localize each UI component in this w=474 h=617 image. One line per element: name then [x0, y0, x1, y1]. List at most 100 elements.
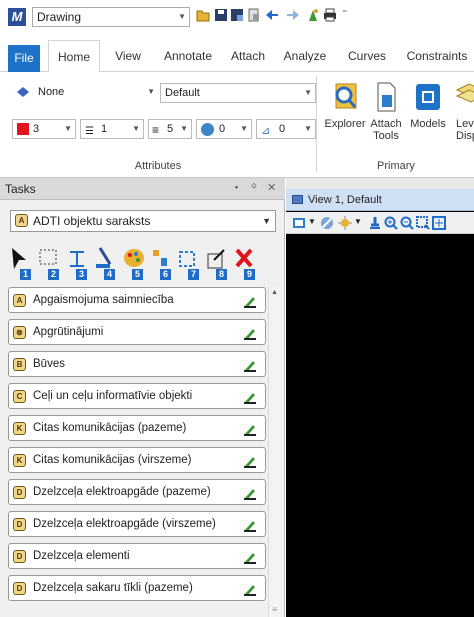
- view-window-icon: [292, 195, 303, 204]
- transparency-value: 0: [219, 123, 226, 135]
- zoom-out-icon[interactable]: [400, 216, 414, 230]
- category-badge-icon: D: [13, 486, 26, 499]
- ribbon-tab-bar: File Home View Annotate Attach Analyze C…: [0, 40, 474, 73]
- view-window[interactable]: View 1, Default ▼ ▼: [286, 178, 474, 617]
- tab-view[interactable]: View: [110, 40, 146, 72]
- place-tool[interactable]: 4: [94, 246, 120, 280]
- zoom-in-icon[interactable]: [384, 216, 398, 230]
- edit-pencil-icon[interactable]: [243, 390, 257, 404]
- line-weight-selector[interactable]: ≡ 5 ▼: [148, 119, 192, 139]
- edit-pencil-icon[interactable]: [243, 422, 257, 436]
- list-item[interactable]: D Dzelzceļa sakaru tīkli (pazeme): [8, 575, 266, 601]
- tab-analyze[interactable]: Analyze: [280, 40, 330, 72]
- select-element-tool[interactable]: 1: [10, 246, 36, 280]
- list-item[interactable]: B Būves: [8, 351, 266, 377]
- edit-pencil-icon[interactable]: [243, 550, 257, 564]
- task-selector[interactable]: A ADTI objektu saraksts ▼: [10, 210, 276, 232]
- edit-pencil-icon[interactable]: [243, 582, 257, 596]
- tab-attach[interactable]: Attach: [226, 40, 270, 72]
- text-style-selector[interactable]: Default ▼: [160, 83, 316, 103]
- save-settings-icon[interactable]: [230, 8, 244, 22]
- color-selector[interactable]: 3 ▼: [12, 119, 76, 139]
- edit-pencil-icon[interactable]: [243, 358, 257, 372]
- view-title: View 1, Default: [308, 194, 382, 206]
- tab-home[interactable]: Home: [48, 40, 100, 73]
- delete-tool[interactable]: 9: [234, 246, 260, 280]
- chevron-down-icon: ▼: [180, 124, 188, 133]
- attributes-tool[interactable]: 5: [122, 246, 148, 280]
- manipulate-tool[interactable]: 3: [66, 246, 92, 280]
- line-weight-icon: ≡: [152, 123, 160, 137]
- edit-pencil-icon[interactable]: [243, 486, 257, 500]
- list-scrollbar[interactable]: ▲ ≡: [268, 287, 280, 617]
- edit-pencil-icon[interactable]: [243, 294, 257, 308]
- tab-file[interactable]: File: [8, 45, 40, 72]
- undo-icon[interactable]: [265, 8, 279, 22]
- edit-pencil-icon[interactable]: [243, 326, 257, 340]
- app-logo-icon[interactable]: M: [8, 8, 26, 26]
- match-attributes-tool[interactable]: 7: [178, 246, 204, 280]
- priority-selector[interactable]: ⊿ 0 ▼: [256, 119, 316, 139]
- attach-tools-icon: [377, 82, 396, 112]
- scale-tool[interactable]: 8: [206, 246, 232, 280]
- edit-pencil-icon[interactable]: [243, 518, 257, 532]
- category-badge-icon: K: [13, 422, 26, 435]
- attributes-group-label: Attributes: [134, 160, 182, 172]
- display-style-icon[interactable]: [320, 216, 334, 230]
- scroll-up-icon[interactable]: ▲: [271, 289, 278, 296]
- open-folder-icon[interactable]: [196, 8, 210, 22]
- tool-number: 2: [48, 269, 59, 280]
- view-attributes-icon[interactable]: [292, 216, 306, 230]
- redo-icon[interactable]: [286, 8, 300, 22]
- update-view-icon[interactable]: [368, 216, 382, 230]
- tab-constraints[interactable]: Constraints: [400, 40, 474, 72]
- category-badge-icon: C: [13, 390, 26, 403]
- category-badge-icon: A: [13, 294, 26, 307]
- explorer-button[interactable]: Explorer: [322, 78, 368, 154]
- level-display-button[interactable]: Lev Displ: [450, 78, 474, 154]
- chevron-down-icon[interactable]: ▼: [354, 217, 362, 226]
- scroll-thumb[interactable]: ≡: [270, 605, 279, 617]
- attach-tools-label: Attach Tools: [370, 118, 402, 142]
- category-badge-icon: B: [13, 358, 26, 371]
- element-selection-icon[interactable]: [306, 8, 320, 22]
- fit-view-icon[interactable]: [432, 216, 446, 230]
- list-item[interactable]: C Ceļi un ceļu informatīvie objekti: [8, 383, 266, 409]
- models-icon: [416, 84, 440, 110]
- customize-qat-icon[interactable]: ⁼: [342, 8, 347, 19]
- list-item[interactable]: D Dzelzceļa elektroapgāde (pazeme): [8, 479, 266, 505]
- list-item[interactable]: K Citas komunikācijas (pazeme): [8, 415, 266, 441]
- models-button[interactable]: Models: [408, 78, 448, 154]
- tool-number: 1: [20, 269, 31, 280]
- line-style-selector[interactable]: ☰ 1 ▼: [80, 119, 144, 139]
- list-item[interactable]: D Dzelzceļa elektroapgāde (virszeme): [8, 511, 266, 537]
- list-item-label: Būves: [33, 358, 65, 370]
- lighting-icon[interactable]: [338, 216, 352, 230]
- list-item-label: Citas komunikācijas (virszeme): [33, 454, 192, 466]
- tab-annotate[interactable]: Annotate: [160, 40, 216, 72]
- list-item-label: Dzelzceļa elementi: [33, 550, 130, 562]
- models-label: Models: [410, 118, 446, 130]
- transparency-selector[interactable]: 0 ▼: [196, 119, 252, 139]
- level-selector[interactable]: None ▼: [34, 83, 158, 103]
- fence-tool[interactable]: 2: [38, 246, 64, 280]
- task-selector-value: ADTI objektu saraksts: [33, 214, 151, 228]
- list-item[interactable]: ⊗ Apgrūtinājumi: [8, 319, 266, 345]
- tab-curves[interactable]: Curves: [344, 40, 390, 72]
- list-item[interactable]: A Apgaismojuma saimniecība: [8, 287, 266, 313]
- change-attributes-tool[interactable]: 6: [150, 246, 176, 280]
- save-icon[interactable]: [214, 8, 228, 22]
- panel-controls[interactable]: ▾ ᛜ ✕: [233, 181, 279, 193]
- chevron-down-icon: ▼: [178, 12, 186, 21]
- print-icon[interactable]: [323, 8, 337, 22]
- chevron-down-icon[interactable]: ▼: [308, 217, 316, 226]
- attach-tools-button[interactable]: Attach Tools: [366, 78, 406, 154]
- level-display-label: Lev Displ: [456, 118, 474, 142]
- list-item[interactable]: K Citas komunikācijas (virszeme): [8, 447, 266, 473]
- list-item[interactable]: D Dzelzceļa elementi: [8, 543, 266, 569]
- category-badge-icon: ⊗: [13, 326, 26, 339]
- window-area-icon[interactable]: [416, 216, 430, 230]
- workflow-selector[interactable]: Drawing ▼: [32, 7, 190, 27]
- edit-pencil-icon[interactable]: [243, 454, 257, 468]
- compress-icon[interactable]: [247, 8, 261, 22]
